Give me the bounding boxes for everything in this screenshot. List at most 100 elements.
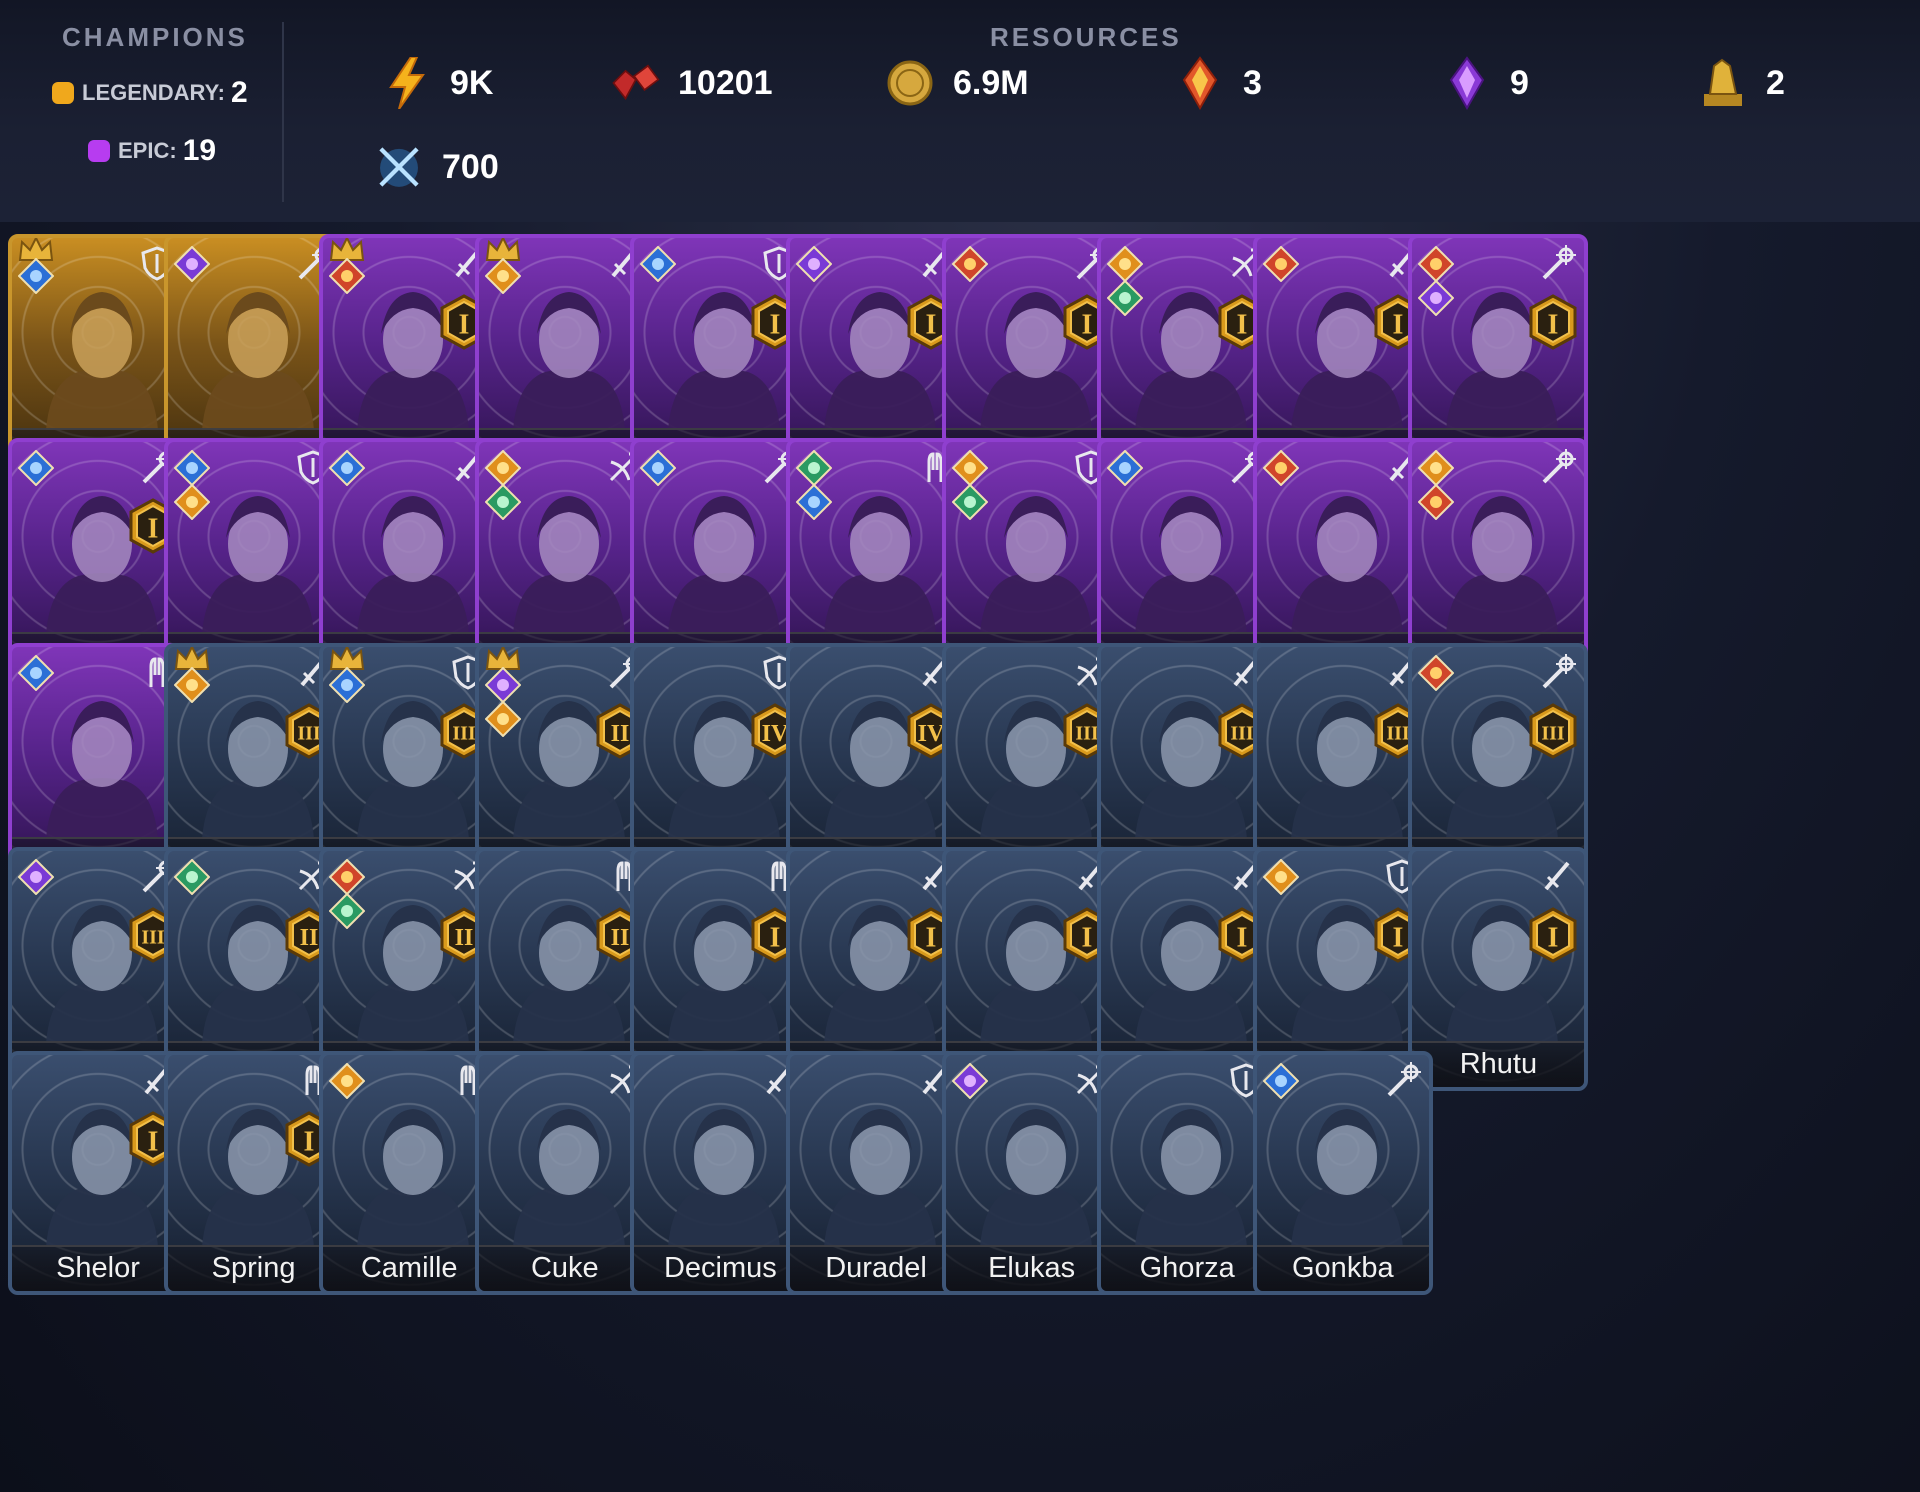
force-affinity-icon (328, 666, 366, 704)
champion-portrait (188, 274, 328, 430)
resource-value: 9K (450, 63, 494, 102)
svg-text:III: III (297, 722, 321, 744)
champion-name: Duradel (825, 1252, 927, 1285)
epic-count-row: EPIC: 19 (88, 134, 216, 168)
svg-text:I: I (1548, 922, 1559, 953)
champion-card[interactable]: I Spring (163, 1051, 344, 1296)
force-affinity-icon (1262, 1062, 1300, 1100)
champion-card[interactable]: Decimus (630, 1051, 811, 1296)
magic-role-icon (1538, 448, 1577, 486)
gold-statue-icon (1698, 56, 1748, 110)
void-affinity-icon (795, 245, 833, 283)
svg-text:II: II (299, 925, 318, 951)
nature-affinity-icon (173, 858, 211, 896)
svg-text:I: I (926, 309, 937, 340)
light-affinity-icon (1417, 449, 1455, 487)
resource-energy: 9K (382, 56, 493, 110)
rank-badge: I (1528, 294, 1578, 350)
svg-text:III: III (1386, 722, 1410, 744)
force-affinity-icon (173, 449, 211, 487)
champion-name: Spring (211, 1252, 296, 1285)
svg-text:I: I (770, 922, 781, 953)
force-affinity-icon (639, 449, 677, 487)
red-crystal-icon (1175, 56, 1225, 110)
resource-value: 6.9M (953, 63, 1029, 102)
resource-value: 10201 (678, 63, 773, 102)
epic-dot-icon (88, 140, 110, 162)
void-affinity-icon (951, 1062, 989, 1100)
legendary-dot-icon (52, 82, 74, 104)
champions-title: CHAMPIONS (62, 22, 248, 52)
light-affinity-icon (328, 1062, 366, 1100)
magic-role-icon (1538, 653, 1577, 691)
light-affinity-icon (484, 449, 522, 487)
champion-portrait (1121, 478, 1261, 635)
champion-card[interactable]: Ghorza (1097, 1051, 1278, 1296)
spirit-affinity-icon (1262, 245, 1300, 283)
resource-value: 9 (1510, 63, 1529, 102)
champion-card[interactable]: Camille (319, 1051, 500, 1296)
light-affinity-icon (1262, 858, 1300, 896)
champion-portrait (966, 1091, 1106, 1248)
svg-text:I: I (1081, 309, 1092, 340)
champion-name: Camille (360, 1252, 458, 1285)
champion-card[interactable]: I Rhutu (1408, 846, 1589, 1091)
svg-text:I: I (1392, 922, 1403, 953)
champion-name: Elukas (988, 1252, 1076, 1285)
svg-text:I: I (1237, 922, 1248, 953)
svg-text:I: I (148, 1127, 159, 1158)
svg-text:III: III (1075, 722, 1099, 744)
force-affinity-icon (795, 483, 833, 521)
legendary-count-row: LEGENDARY: 2 (52, 76, 248, 110)
champion-portrait (343, 478, 483, 635)
gold-coin-icon (885, 56, 935, 110)
champion-portrait (32, 274, 172, 430)
rank-badge: III (1528, 702, 1578, 759)
resource-purple-crystal: 9 (1442, 56, 1529, 110)
spirit-affinity-icon (1262, 449, 1300, 487)
champion-card[interactable]: Gonkba (1252, 1051, 1433, 1296)
spirit-affinity-icon (1417, 654, 1455, 692)
resource-red-crystal: 3 (1175, 56, 1262, 110)
champion-name: Ghorza (1139, 1252, 1235, 1285)
header-divider (282, 22, 284, 202)
champion-portrait (32, 683, 172, 839)
champion-card[interactable]: Cuke (474, 1051, 655, 1296)
champion-name: Shelor (56, 1252, 140, 1285)
resource-gold-statue: 2 (1698, 56, 1785, 110)
void-affinity-icon (484, 666, 522, 704)
svg-text:I: I (459, 309, 470, 340)
svg-text:III: III (1231, 722, 1255, 744)
resource-value: 2 (1766, 63, 1785, 102)
champion-name: Decimus (663, 1252, 777, 1285)
svg-text:II: II (610, 925, 629, 951)
legendary-label: LEGENDARY: (82, 80, 225, 105)
champion-name: Rhutu (1459, 1047, 1538, 1080)
svg-text:I: I (303, 1127, 314, 1158)
void-affinity-icon (1417, 279, 1455, 317)
void-affinity-icon (17, 858, 55, 896)
light-affinity-icon (951, 449, 989, 487)
light-affinity-icon (173, 666, 211, 704)
spirit-affinity-icon (1417, 245, 1455, 283)
nature-affinity-icon (484, 483, 522, 521)
resource-value: 700 (442, 147, 499, 186)
nature-affinity-icon (951, 483, 989, 521)
force-affinity-icon (1106, 449, 1144, 487)
header-bar: CHAMPIONS LEGENDARY: 2 EPIC: 19 RESOURCE… (0, 0, 1920, 222)
epic-label: EPIC: (118, 138, 177, 163)
gem-icon (610, 56, 660, 110)
champion-card[interactable]: Elukas (941, 1051, 1122, 1296)
svg-text:I: I (1392, 309, 1403, 340)
champion-card[interactable]: I Shelor (8, 1051, 188, 1296)
svg-text:II: II (455, 925, 474, 951)
crossed-swords-icon (374, 140, 424, 194)
svg-text:I: I (926, 922, 937, 953)
spirit-affinity-icon (951, 245, 989, 283)
champion-portrait (343, 1091, 483, 1248)
magic-role-icon (1538, 244, 1577, 282)
light-affinity-icon (484, 257, 522, 295)
resource-gold: 6.9M (885, 56, 1029, 110)
champion-card[interactable]: Duradel (786, 1051, 966, 1296)
svg-text:I: I (1237, 309, 1248, 340)
